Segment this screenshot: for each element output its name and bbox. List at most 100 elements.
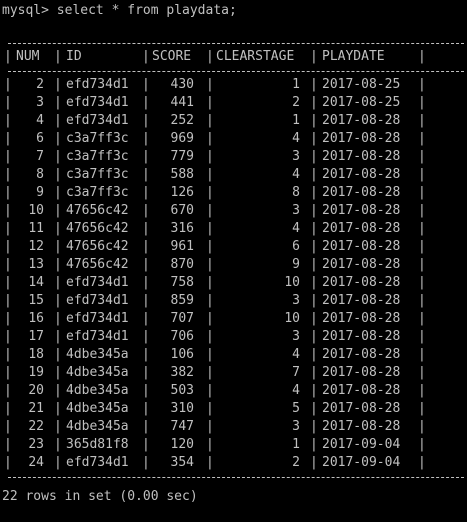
column-separator: | — [418, 311, 426, 326]
column-separator: | — [310, 311, 318, 326]
cell-num: 12 — [28, 239, 44, 254]
column-separator: | — [418, 455, 426, 470]
column-separator: | — [206, 455, 214, 470]
column-separator: | — [142, 239, 150, 254]
column-separator: | — [418, 383, 426, 398]
table-row: | | | | | | 24 efd734d1 354 2 2017-09-04 — [2, 454, 426, 472]
column-separator: | — [54, 203, 62, 218]
column-separator: | — [418, 239, 426, 254]
column-separator: | — [310, 437, 318, 452]
column-separator: | — [54, 365, 62, 380]
table-row: | | | | | | 17 efd734d1 706 3 2017-08-28 — [2, 328, 426, 346]
column-separator: | — [418, 149, 426, 164]
column-separator: | — [206, 203, 214, 218]
cell-playdate: 2017-08-28 — [322, 419, 401, 434]
column-separator: | — [418, 329, 426, 344]
cell-num: 10 — [28, 203, 44, 218]
cell-id: efd734d1 — [66, 275, 129, 290]
cell-num: 14 — [28, 275, 44, 290]
column-separator: | — [206, 167, 214, 182]
column-separator: | — [54, 221, 62, 236]
column-separator: | — [418, 185, 426, 200]
terminal-window[interactable]: mysql> select * from playdata; | NUM | I… — [0, 0, 467, 522]
column-separator: | — [4, 437, 12, 452]
column-header-id: ID — [66, 49, 82, 64]
column-separator: | — [4, 257, 12, 272]
table-row: | | | | | | 6 c3a7ff3c 969 4 2017-08-28 — [2, 130, 426, 148]
table-border-top — [2, 38, 464, 48]
column-separator: | — [310, 203, 318, 218]
column-separator: | — [54, 311, 62, 326]
cell-num: 22 — [28, 419, 44, 434]
column-separator: | — [206, 239, 214, 254]
cell-id: c3a7ff3c — [66, 131, 129, 146]
cell-playdate: 2017-08-28 — [322, 311, 401, 326]
column-separator: | — [4, 221, 12, 236]
table-row: | | | | | | 13 47656c42 870 9 2017-08-28 — [2, 256, 426, 274]
column-separator: | — [4, 419, 12, 434]
column-separator: | — [54, 329, 62, 344]
column-separator: | — [206, 365, 214, 380]
column-separator: | — [4, 347, 12, 362]
mysql-prompt: mysql> — [2, 3, 49, 18]
column-separator: | — [54, 113, 62, 128]
column-separator: | — [310, 239, 318, 254]
column-separator: | — [206, 221, 214, 236]
cell-num: 2 — [36, 77, 44, 92]
column-header-score: SCORE — [152, 49, 192, 64]
cell-score: 316 — [170, 221, 194, 236]
cell-num: 23 — [28, 437, 44, 452]
cell-score: 969 — [170, 131, 194, 146]
table-row: | | | | | | 18 4dbe345a 106 4 2017-08-28 — [2, 346, 426, 364]
column-separator: | — [418, 257, 426, 272]
cell-score: 779 — [170, 149, 194, 164]
column-separator: | — [4, 293, 12, 308]
column-separator: | — [142, 401, 150, 416]
table-row: | | | | | | 15 efd734d1 859 3 2017-08-28 — [2, 292, 426, 310]
table-body: | | | | | | 2 efd734d1 430 1 2017-08-25 | | | | | | 3 efd7… — [2, 76, 426, 472]
cell-playdate: 2017-09-04 — [322, 455, 401, 470]
table-row: | | | | | | 22 4dbe345a 747 3 2017-08-28 — [2, 418, 426, 436]
cell-num: 21 — [28, 401, 44, 416]
column-separator: | — [54, 257, 62, 272]
cell-num: 8 — [36, 167, 44, 182]
cell-id: efd734d1 — [66, 113, 129, 128]
column-separator: | — [418, 419, 426, 434]
column-separator: | — [142, 203, 150, 218]
column-separator: | — [206, 131, 214, 146]
cell-num: 20 — [28, 383, 44, 398]
column-separator: | — [142, 167, 150, 182]
column-separator: | — [4, 365, 12, 380]
table-row: | | | | | | 23 365d81f8 120 1 2017-09-04 — [2, 436, 426, 454]
column-separator: | — [310, 419, 318, 434]
column-separator: | — [4, 455, 12, 470]
cell-clearstage: 1 — [292, 113, 300, 128]
table-border-bottom — [2, 472, 464, 482]
cell-num: 3 — [36, 95, 44, 110]
column-separator: | — [418, 131, 426, 146]
cell-num: 24 — [28, 455, 44, 470]
cell-playdate: 2017-08-25 — [322, 77, 401, 92]
cell-clearstage: 3 — [292, 293, 300, 308]
cell-playdate: 2017-08-28 — [322, 401, 401, 416]
cell-score: 382 — [170, 365, 194, 380]
column-separator: | — [418, 167, 426, 182]
column-separator: | — [418, 401, 426, 416]
column-separator: | — [310, 77, 318, 92]
cell-clearstage: 4 — [292, 221, 300, 236]
column-separator: | — [418, 347, 426, 362]
cell-score: 126 — [170, 185, 194, 200]
column-separator: | — [4, 95, 12, 110]
cell-clearstage: 2 — [292, 455, 300, 470]
cell-id: efd734d1 — [66, 329, 129, 344]
column-separator: | — [310, 257, 318, 272]
column-separator: | — [310, 383, 318, 398]
cell-clearstage: 3 — [292, 419, 300, 434]
table-row: | | | | | | 7 c3a7ff3c 779 3 2017-08-28 — [2, 148, 426, 166]
result-table: | NUM | ID | SCORE | CLEARSTAGE | PLAYDA… — [2, 38, 464, 482]
cell-num: 16 — [28, 311, 44, 326]
table-row: | | | | | | 10 47656c42 670 3 2017-08-28 — [2, 202, 426, 220]
column-separator: | — [418, 113, 426, 128]
cell-id: 47656c42 — [66, 257, 129, 272]
cell-score: 961 — [170, 239, 194, 254]
